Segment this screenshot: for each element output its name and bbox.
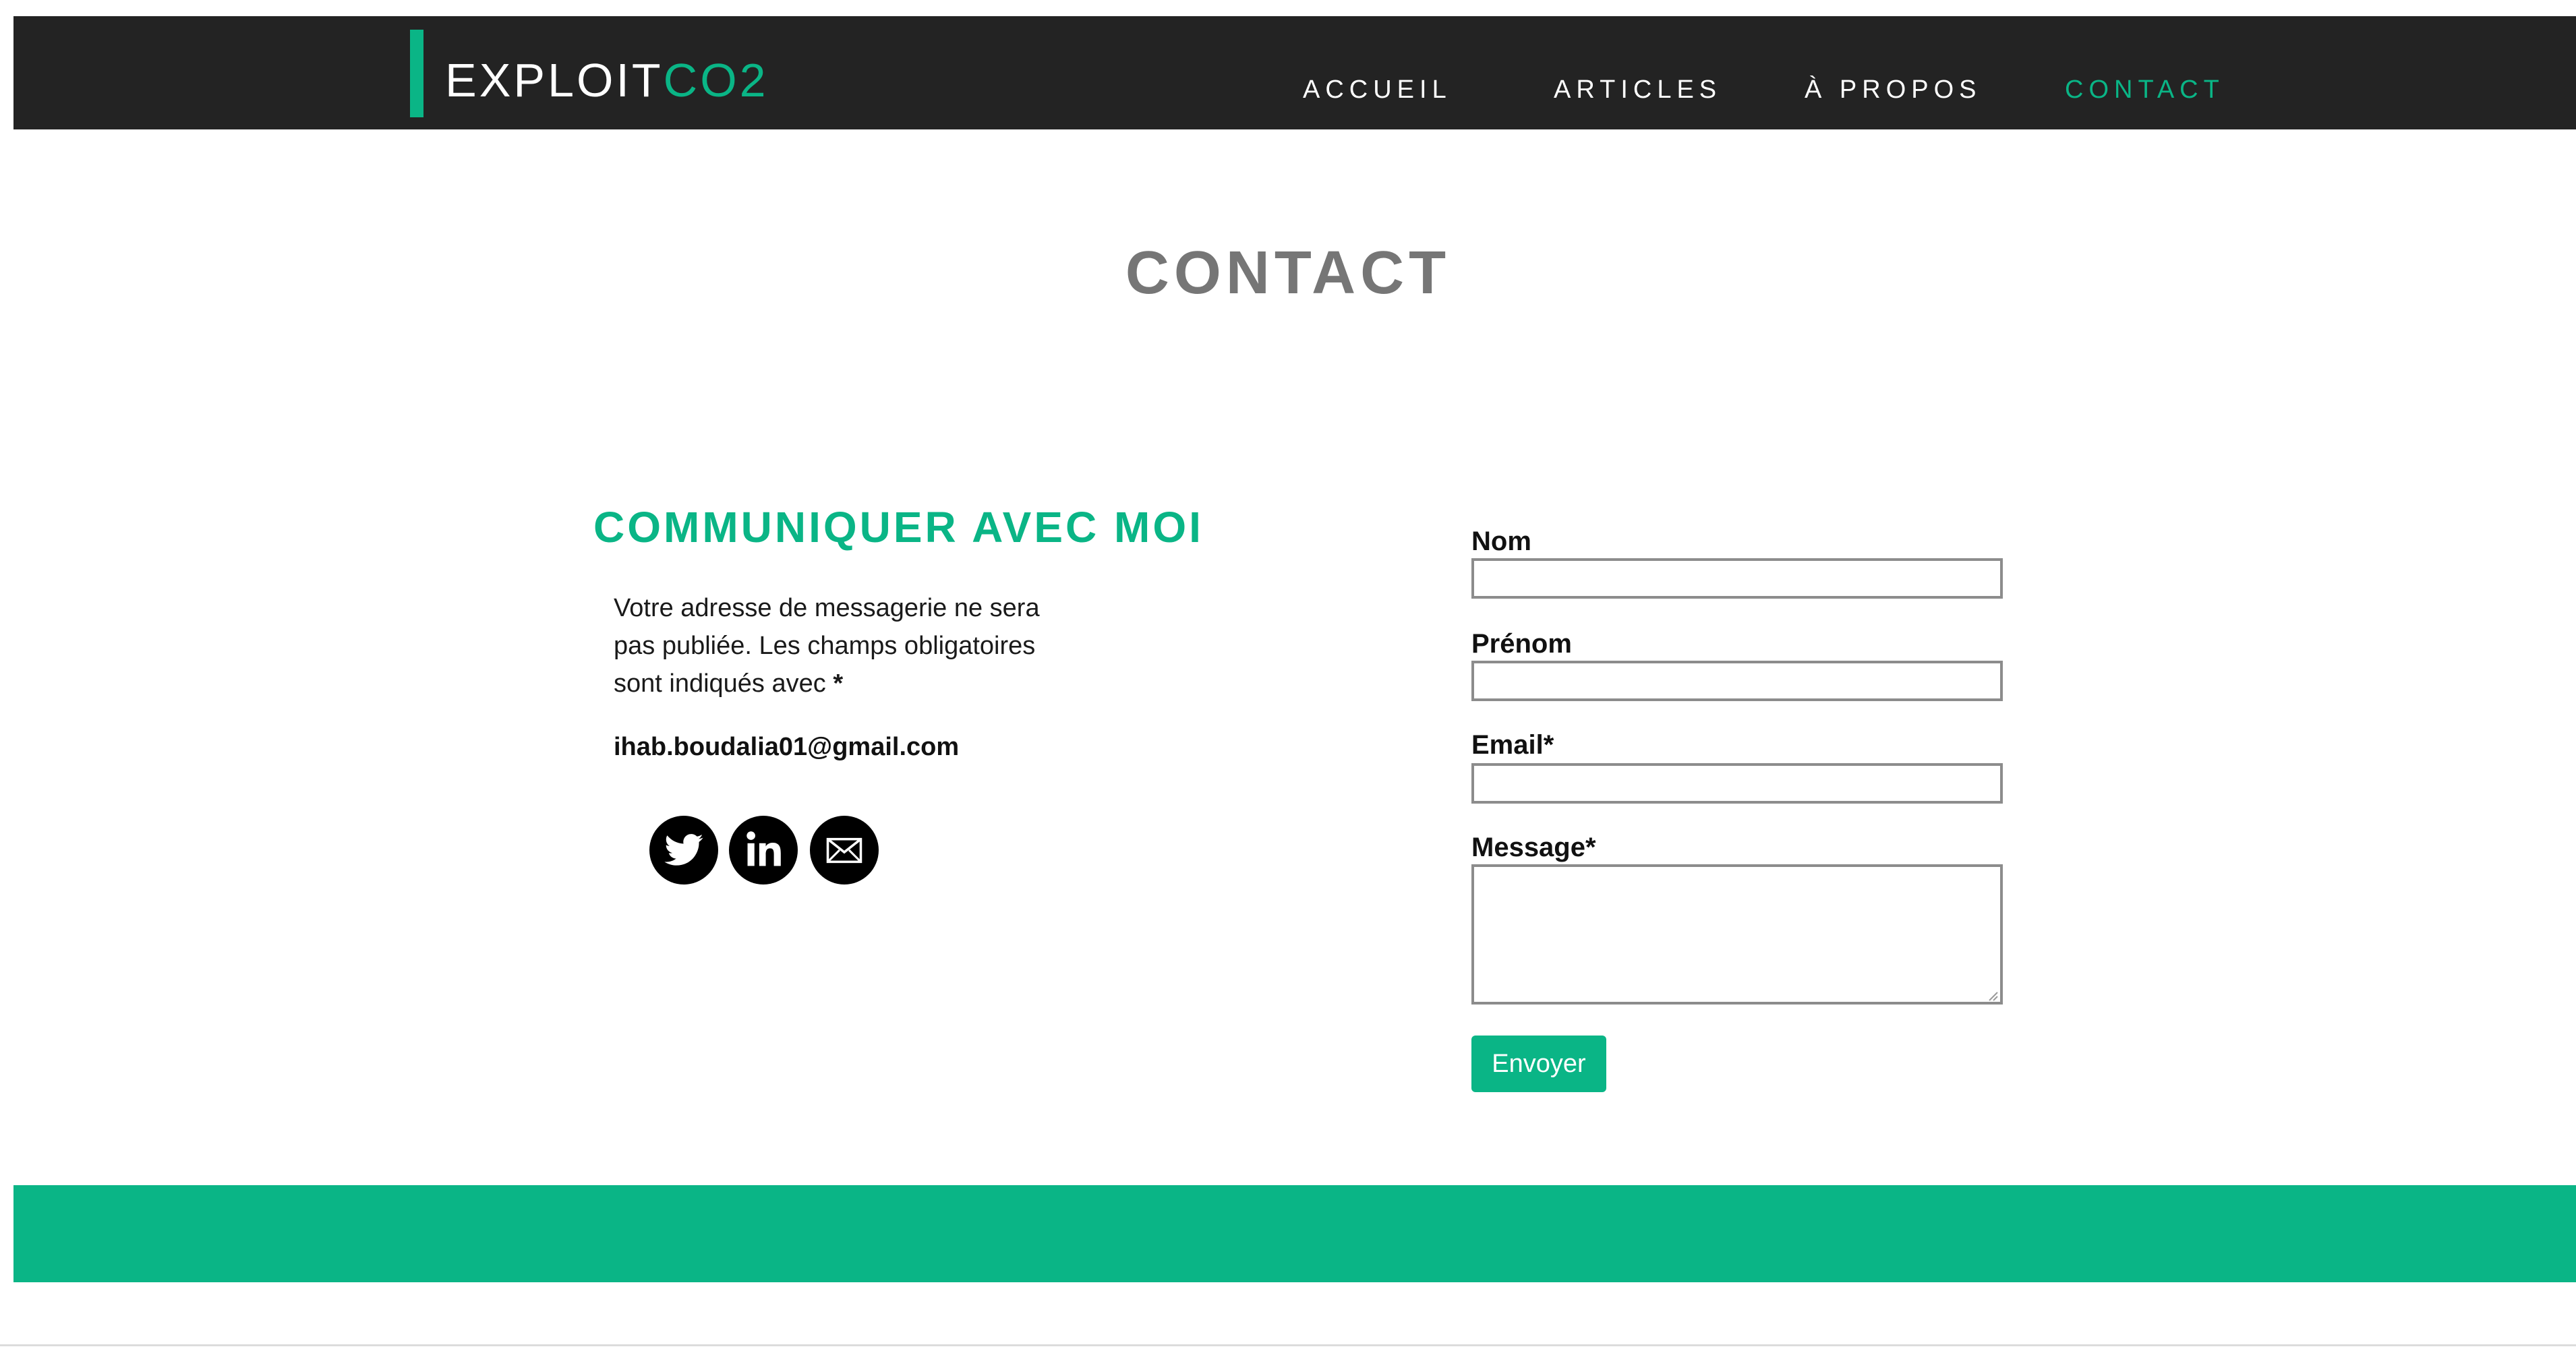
required-mark: * <box>833 669 844 698</box>
linkedin-icon <box>747 831 781 866</box>
logo-main-text: EXPLOIT <box>445 54 664 107</box>
mail-icon <box>826 837 862 864</box>
submit-button[interactable]: Envoyer <box>1471 1036 1606 1092</box>
mail-link[interactable] <box>810 816 879 885</box>
info-text: Votre adresse de messagerie ne sera pas … <box>614 594 1040 698</box>
bottom-divider <box>0 1344 2576 1346</box>
header: EXPLOITCO2 ACCUEIL ARTICLES À PROPOS CON… <box>13 16 2576 129</box>
nav-item-accueil[interactable]: ACCUEIL <box>1303 77 1452 102</box>
twitter-icon <box>664 834 703 866</box>
logo-accent-text: CO2 <box>663 54 769 107</box>
nav-item-contact[interactable]: CONTACT <box>2065 77 2225 102</box>
email-input[interactable] <box>1471 763 2003 804</box>
info-paragraph: Votre adresse de messagerie ne sera pas … <box>614 589 1086 702</box>
nav-item-a-propos[interactable]: À PROPOS <box>1805 77 1982 102</box>
section-heading: COMMUNIQUER AVEC MOI <box>593 503 1204 551</box>
footer <box>13 1185 2576 1282</box>
prenom-label: Prénom <box>1471 629 1572 659</box>
page-title: CONTACT <box>1125 239 1451 307</box>
nav-item-articles[interactable]: ARTICLES <box>1554 77 1722 102</box>
contact-email[interactable]: ihab.boudalia01@gmail.com <box>614 728 959 766</box>
site-logo[interactable]: EXPLOITCO2 <box>445 57 769 104</box>
logo-bar <box>410 30 423 117</box>
email-label: Email* <box>1471 730 1554 760</box>
message-textarea[interactable] <box>1471 864 2003 1005</box>
message-label: Message* <box>1471 833 1596 862</box>
nom-label: Nom <box>1471 527 1531 556</box>
nom-input[interactable] <box>1471 558 2003 599</box>
resize-grip-icon[interactable] <box>1985 988 1999 1002</box>
linkedin-link[interactable] <box>729 816 798 885</box>
page: EXPLOITCO2 ACCUEIL ARTICLES À PROPOS CON… <box>0 0 2576 1349</box>
prenom-input[interactable] <box>1471 661 2003 701</box>
twitter-link[interactable] <box>649 816 718 885</box>
